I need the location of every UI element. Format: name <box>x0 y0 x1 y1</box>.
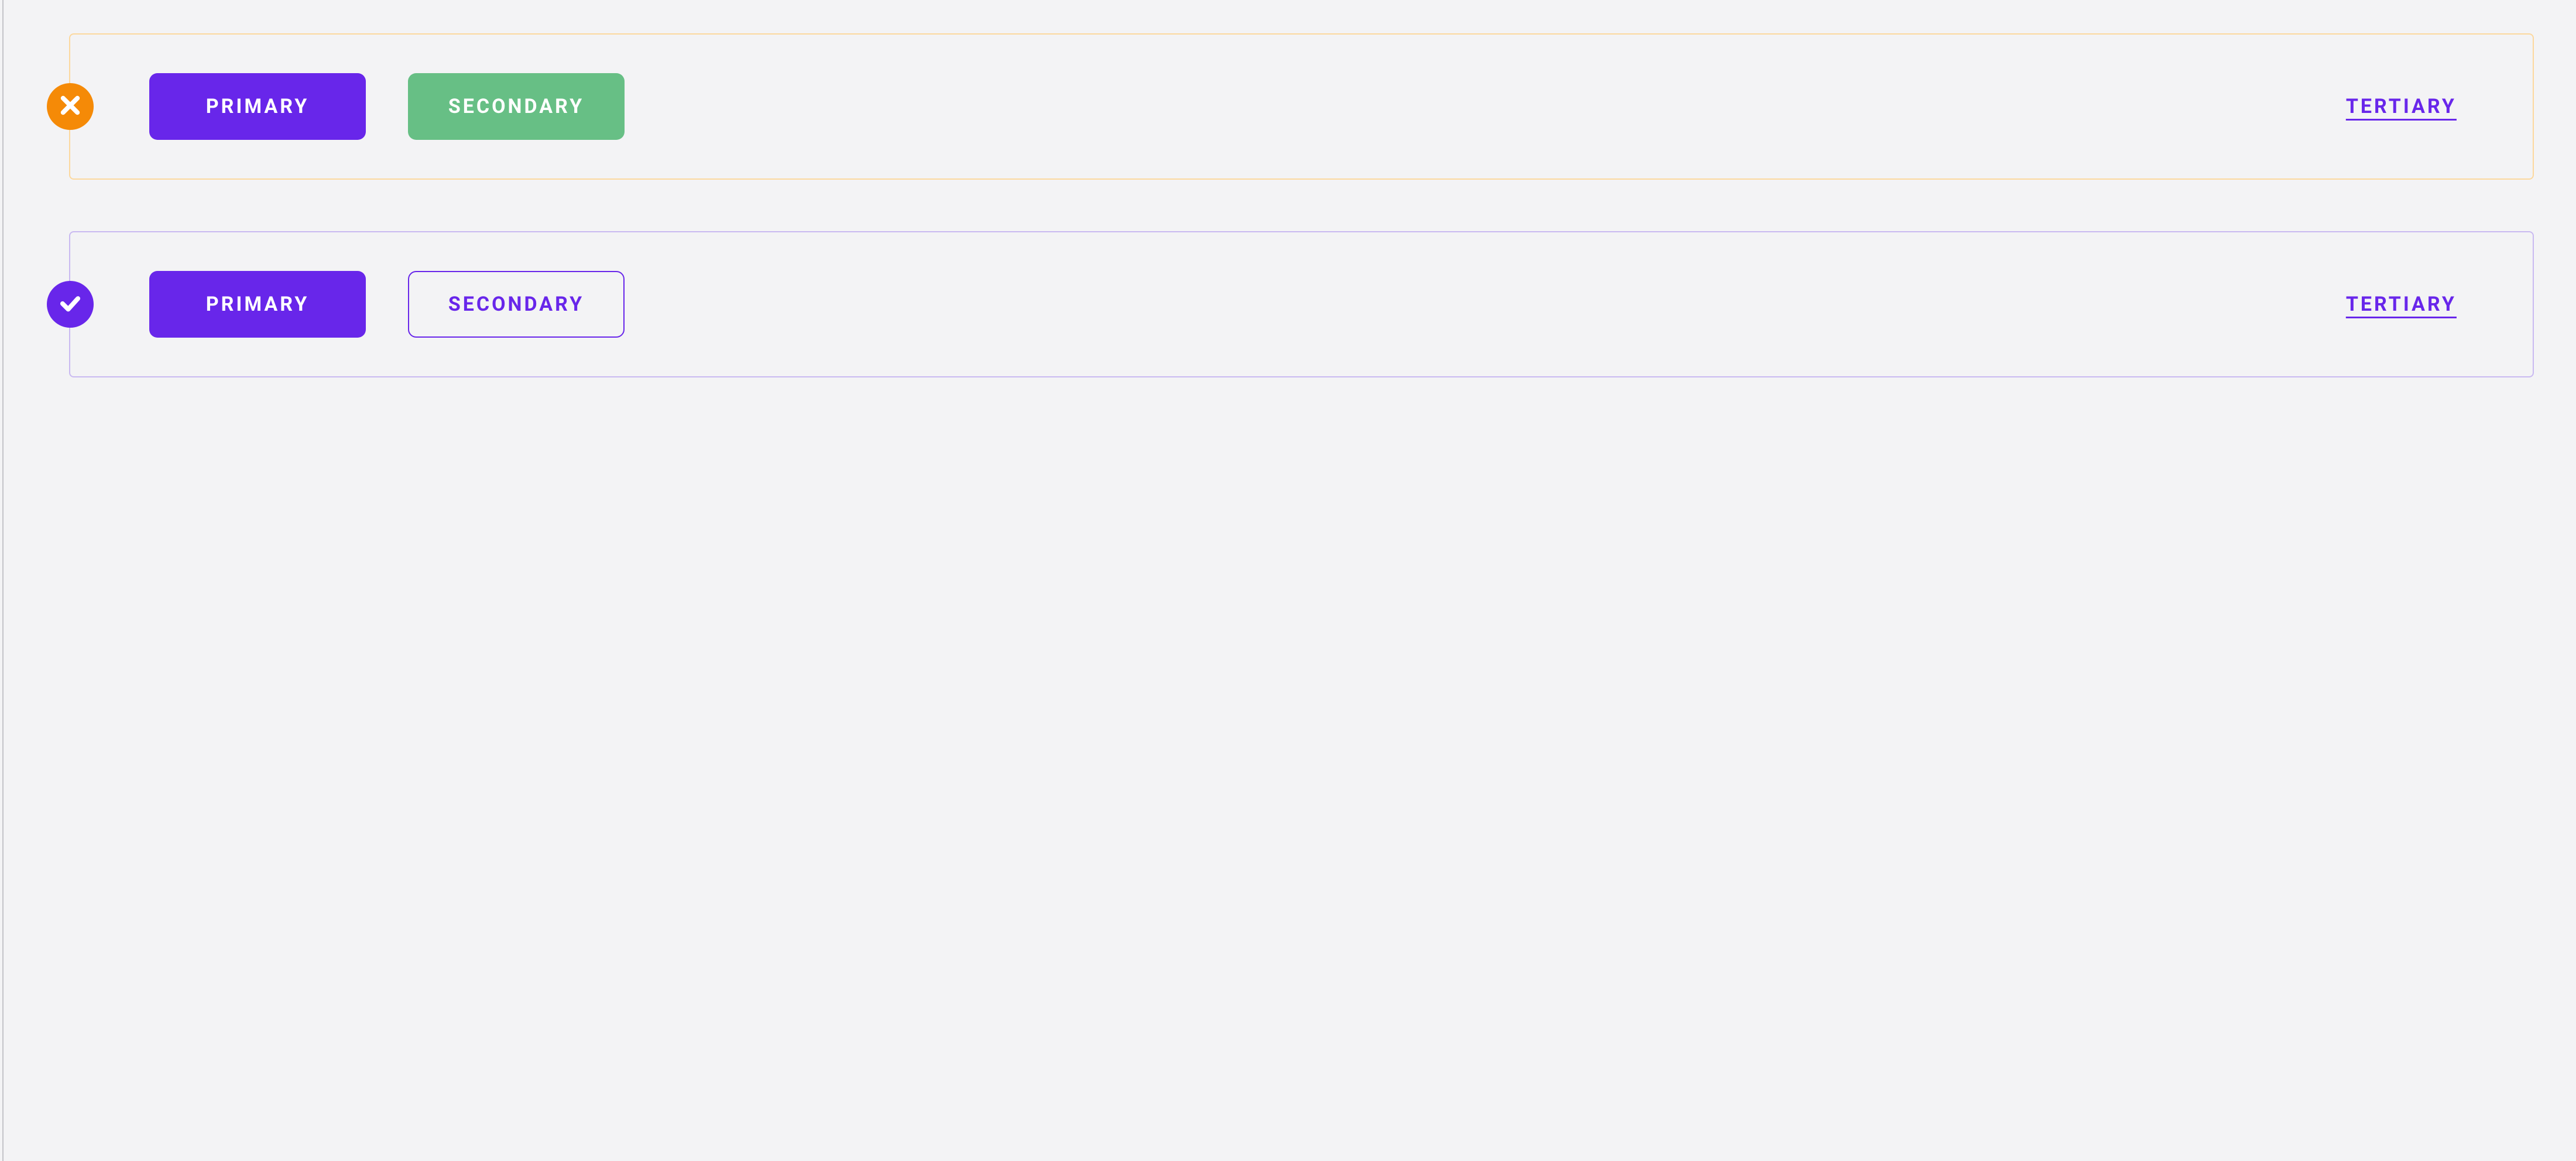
check-icon <box>58 291 83 318</box>
secondary-button[interactable]: SECONDARY <box>408 271 625 338</box>
tertiary-link[interactable]: TERTIARY <box>2346 293 2457 316</box>
secondary-button[interactable]: SECONDARY <box>408 73 625 140</box>
correct-badge <box>47 281 94 328</box>
incorrect-example-box: PRIMARY SECONDARY TERTIARY <box>69 33 2534 180</box>
primary-button[interactable]: PRIMARY <box>149 271 366 338</box>
correct-example-box: PRIMARY SECONDARY TERTIARY <box>69 231 2534 377</box>
tertiary-link[interactable]: TERTIARY <box>2346 95 2457 118</box>
x-icon <box>58 93 83 120</box>
primary-button[interactable]: PRIMARY <box>149 73 366 140</box>
incorrect-badge <box>47 83 94 130</box>
